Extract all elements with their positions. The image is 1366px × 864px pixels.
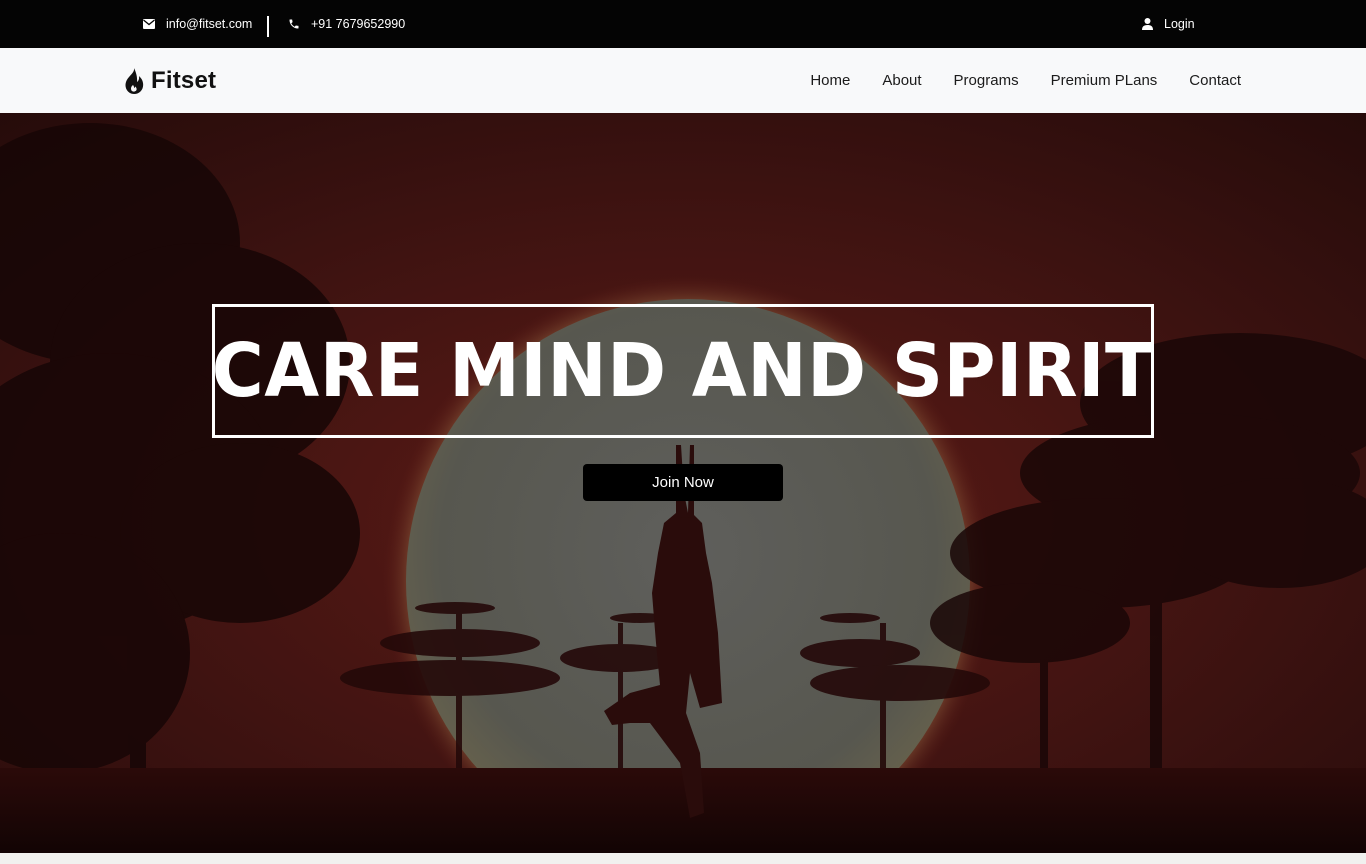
nav-link-about[interactable]: About (882, 72, 921, 89)
login-link[interactable]: Login (1140, 0, 1195, 48)
contact-divider (267, 16, 269, 37)
hero-title-frame: CARE MIND AND SPIRIT (212, 304, 1154, 438)
phone-contact[interactable]: +91 7679652990 (287, 0, 405, 48)
nav-link-programs[interactable]: Programs (954, 72, 1019, 89)
user-icon (1140, 17, 1154, 31)
email-contact[interactable]: info@fitset.com (142, 0, 252, 48)
nav-link-home[interactable]: Home (810, 72, 850, 89)
join-now-button[interactable]: Join Now (583, 464, 783, 501)
phone-text: +91 7679652990 (311, 17, 406, 31)
main-navbar: Fitset Home About Programs Premium PLans… (0, 48, 1366, 113)
nav-link-contact[interactable]: Contact (1189, 72, 1241, 89)
hero-section: CARE MIND AND SPIRIT Join Now (0, 113, 1366, 853)
nav-item: Contact (1189, 72, 1241, 90)
nav-item: About (882, 72, 921, 90)
next-section-edge (0, 853, 1366, 864)
brand-logo-link[interactable]: Fitset (124, 66, 216, 96)
brand-name: Fitset (151, 67, 217, 94)
nav-menu: Home About Programs Premium PLans Contac… (778, 48, 1241, 113)
hero-title: CARE MIND AND SPIRIT (211, 328, 1155, 414)
email-text: info@fitset.com (166, 17, 253, 31)
nav-link-premium-plans[interactable]: Premium PLans (1051, 72, 1158, 89)
nav-item: Home (810, 72, 850, 90)
phone-icon (287, 17, 301, 31)
envelope-icon (142, 17, 156, 31)
nav-item: Programs (954, 72, 1019, 90)
nav-item: Premium PLans (1051, 72, 1158, 90)
top-contact-bar: info@fitset.com +91 7679652990 Login (0, 0, 1366, 48)
flame-icon (124, 68, 144, 94)
login-text: Login (1164, 17, 1195, 31)
